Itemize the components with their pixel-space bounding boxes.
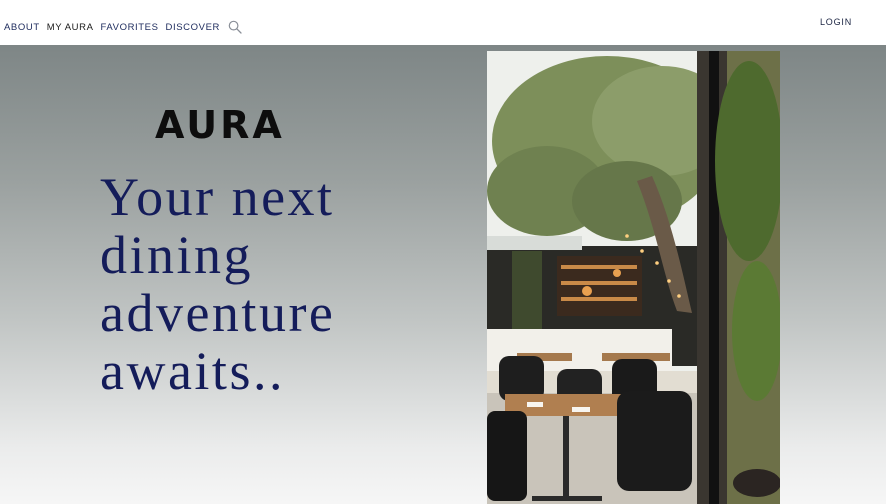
hero-tagline: Your next dining adventure awaits..: [100, 167, 336, 401]
main-nav: ABOUT MY AURA FAVORITES DISCOVER: [4, 20, 242, 34]
nav-link-my-aura[interactable]: MY AURA: [47, 22, 94, 33]
nav-link-about[interactable]: ABOUT: [4, 22, 40, 33]
nav-link-favorites[interactable]: FAVORITES: [101, 22, 159, 33]
login-link[interactable]: LOGIN: [820, 17, 852, 27]
search-icon[interactable]: [228, 20, 242, 34]
nav-link-discover[interactable]: DISCOVER: [166, 22, 220, 33]
top-navigation-bar: ABOUT MY AURA FAVORITES DISCOVER LOGIN: [0, 0, 886, 45]
brand-logo: AURA: [155, 103, 285, 147]
restaurant-photo: [487, 51, 780, 504]
